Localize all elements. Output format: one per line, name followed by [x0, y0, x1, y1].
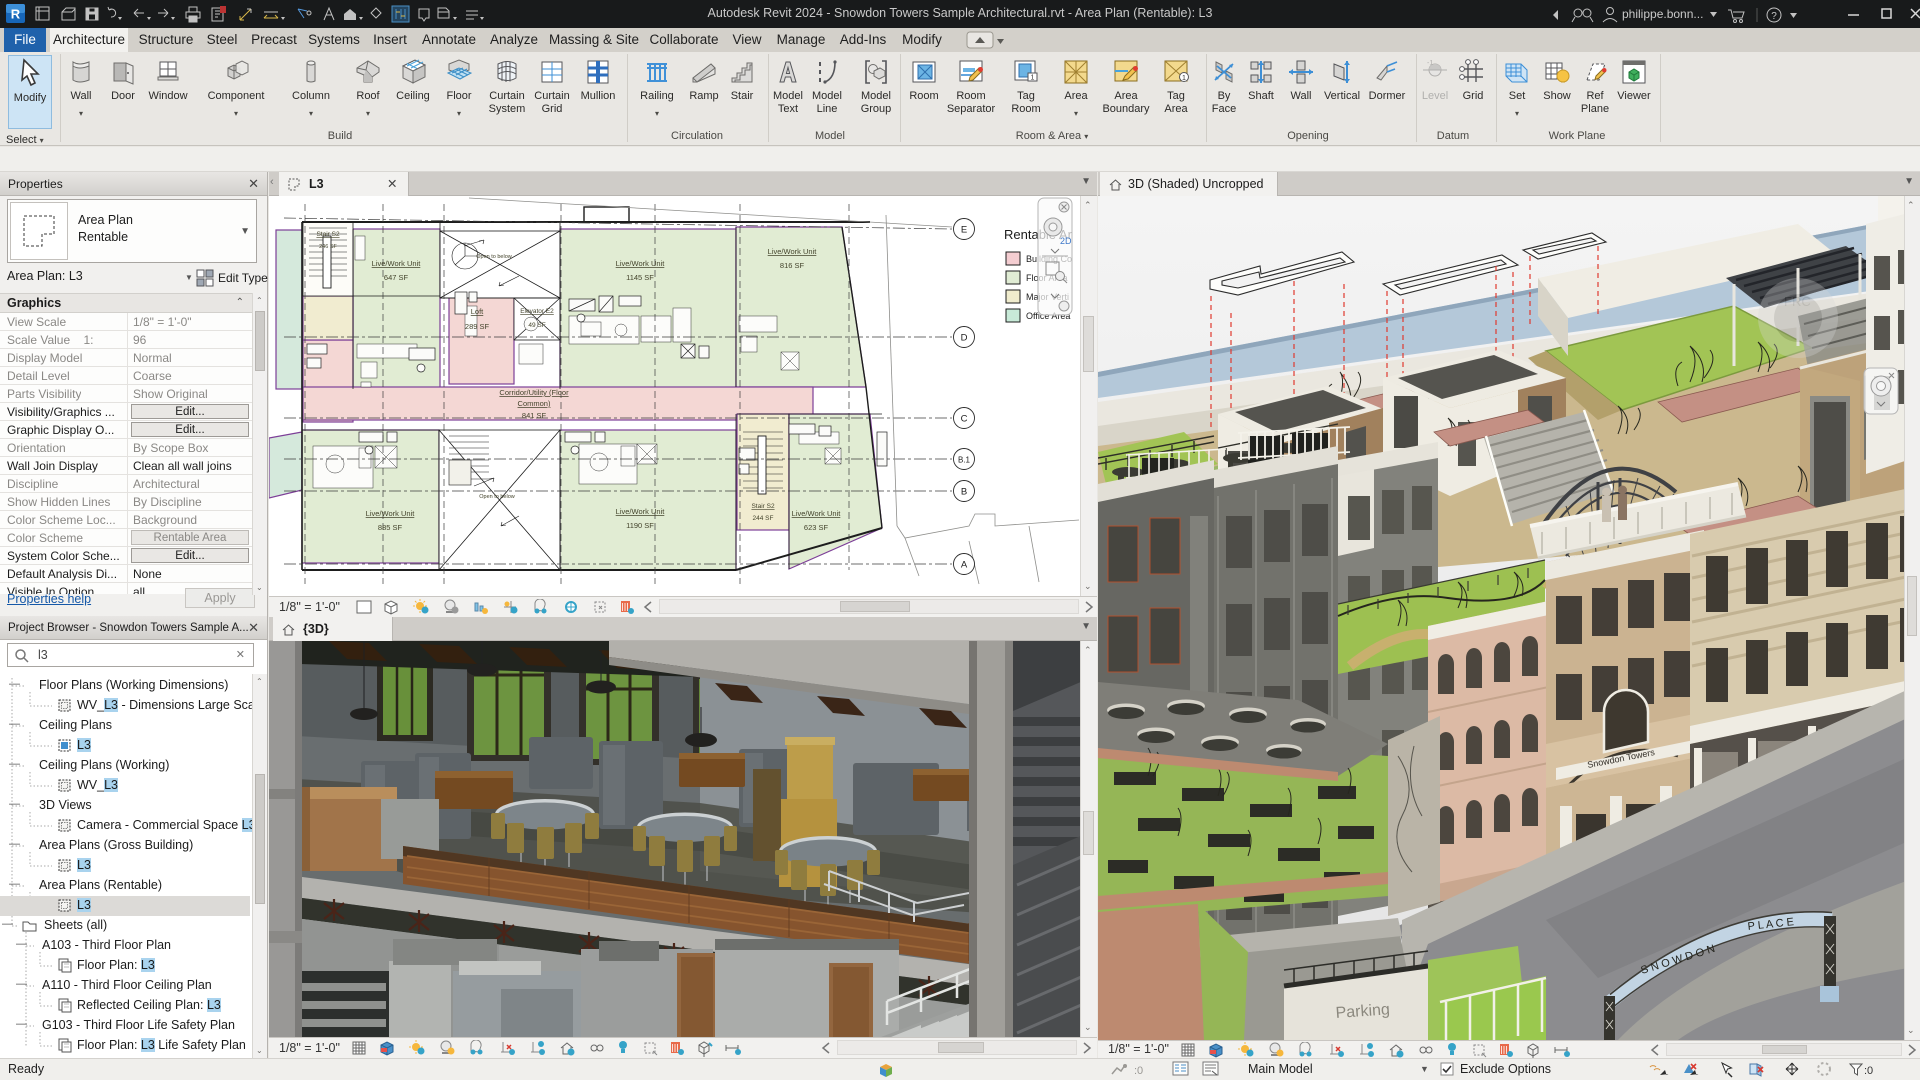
svg-text:Live/Work Unit: Live/Work Unit — [792, 509, 842, 518]
svg-text:Stair S2: Stair S2 — [751, 503, 775, 510]
svg-text:Live/Work Unit: Live/Work Unit — [372, 259, 422, 268]
svg-text:Elevator E2: Elevator E2 — [520, 308, 554, 315]
svg-text:1190 SF: 1190 SF — [626, 521, 654, 530]
svg-text:Live/Work Unit: Live/Work Unit — [768, 247, 818, 256]
svg-text:Common): Common) — [518, 399, 551, 408]
svg-text:Live/Work Unit: Live/Work Unit — [616, 507, 666, 516]
svg-text:Open to below: Open to below — [479, 494, 514, 500]
svg-text::0: :0 — [1134, 1065, 1143, 1077]
svg-text:246 SF: 246 SF — [319, 244, 337, 250]
svg-text:C: C — [961, 414, 968, 425]
svg-text:Live/Work Unit: Live/Work Unit — [616, 259, 666, 268]
svg-text:Loft: Loft — [471, 307, 484, 316]
svg-text:D: D — [961, 333, 968, 344]
svg-text:244 SF: 244 SF — [753, 515, 774, 522]
svg-text:1145 SF: 1145 SF — [626, 273, 654, 282]
svg-text:A: A — [961, 560, 968, 571]
svg-text::0: :0 — [1864, 1065, 1873, 1077]
svg-text:289 SF: 289 SF — [465, 322, 490, 331]
svg-text:E: E — [961, 225, 967, 236]
svg-text:?: ? — [1771, 11, 1777, 22]
svg-text:623 SF: 623 SF — [804, 523, 829, 532]
svg-text:2D: 2D — [1060, 236, 1072, 246]
svg-text:Corridor/Utility (Floor: Corridor/Utility (Floor — [499, 388, 569, 397]
svg-text:Open to below: Open to below — [476, 254, 511, 260]
svg-text:647 SF: 647 SF — [384, 273, 409, 282]
svg-text:816 SF: 816 SF — [780, 261, 805, 270]
svg-text:841 SF: 841 SF — [522, 411, 547, 420]
svg-text:885 SF: 885 SF — [378, 523, 403, 532]
svg-text:B.1: B.1 — [958, 456, 971, 465]
svg-text:Stair S2: Stair S2 — [316, 231, 340, 238]
svg-text:Live/Work Unit: Live/Work Unit — [366, 509, 416, 518]
svg-text:B: B — [961, 487, 967, 498]
svg-text:FRC: FRC — [1784, 294, 1811, 309]
svg-text:philippe.bonn...: philippe.bonn... — [1622, 7, 1703, 21]
svg-text:49 SF: 49 SF — [528, 322, 545, 329]
